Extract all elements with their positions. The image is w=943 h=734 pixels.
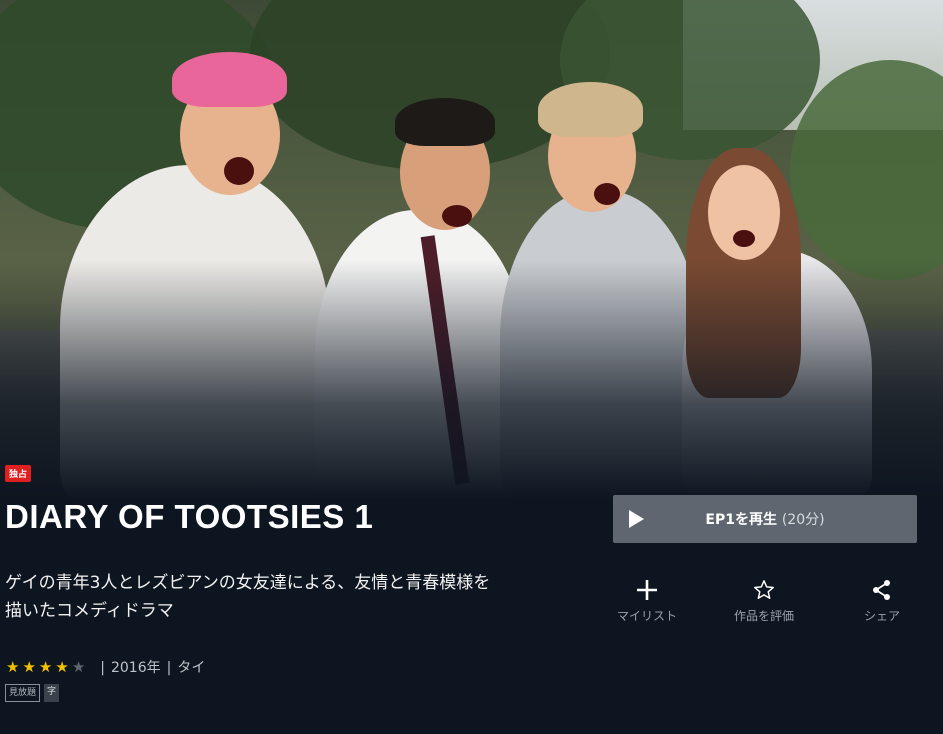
description: ゲイの青年3人とレズビアンの女友達による、友情と青春模様を描いたコメディドラマ xyxy=(5,573,491,621)
share-icon xyxy=(871,575,893,605)
hero-mouth xyxy=(594,183,620,205)
hero-hair xyxy=(395,98,495,146)
rating-row: ★ ★ ★ ★ ★ | 2016年 | タイ xyxy=(6,657,205,677)
play-label: EP1を再生 xyxy=(705,512,777,528)
share-button[interactable]: シェア xyxy=(832,575,932,624)
play-button-label: EP1を再生 (20分) xyxy=(613,509,917,529)
plus-icon xyxy=(636,575,658,605)
star-filled-icon: ★ xyxy=(6,658,20,676)
share-label: シェア xyxy=(863,609,900,623)
subtitle-chip: 字 xyxy=(44,684,60,702)
play-episode-button[interactable]: EP1を再生 (20分) xyxy=(613,495,917,543)
hero-hair xyxy=(172,52,287,107)
meta-separator: | xyxy=(100,660,105,676)
hero-mouth xyxy=(442,205,472,227)
hero-fade xyxy=(0,260,943,500)
play-icon xyxy=(629,510,644,528)
star-filled-icon: ★ xyxy=(55,658,69,676)
meta-separator: | xyxy=(166,660,172,676)
rate-label: 作品を評価 xyxy=(733,609,794,623)
mylist-label: マイリスト xyxy=(616,609,677,623)
star-outline-icon xyxy=(753,575,775,605)
hero-hair xyxy=(538,82,643,137)
meta-info: | 2016年 | タイ xyxy=(94,657,205,677)
feature-chips: 見放題 字 xyxy=(5,684,60,702)
unlimited-chip: 見放題 xyxy=(5,684,41,702)
year: 2016年 xyxy=(110,660,161,676)
rating-stars: ★ ★ ★ ★ ★ xyxy=(6,658,88,676)
hero-mouth xyxy=(733,230,755,247)
country: タイ xyxy=(177,660,206,676)
exclusive-badge: 独占 xyxy=(5,465,32,482)
mylist-button[interactable]: マイリスト xyxy=(597,575,697,624)
hero-mouth xyxy=(224,157,254,185)
star-filled-icon: ★ xyxy=(38,658,53,676)
star-empty-icon: ★ xyxy=(71,658,86,676)
rate-button[interactable]: 作品を評価 xyxy=(714,575,814,624)
hero-image xyxy=(0,0,943,500)
play-duration: (20分) xyxy=(781,512,825,528)
page-title: DIARY OF TOOTSIES 1 xyxy=(5,498,374,535)
star-filled-icon: ★ xyxy=(22,658,36,676)
